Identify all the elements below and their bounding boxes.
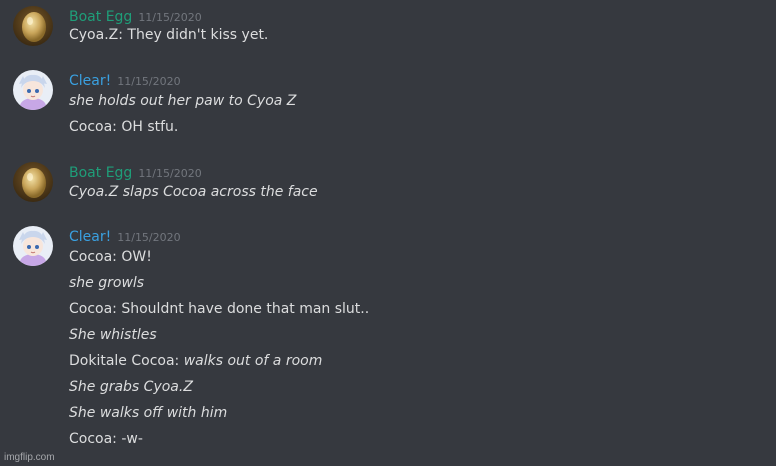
message-header: Clear! 11/15/2020	[69, 226, 181, 246]
message-line: she growls	[69, 275, 145, 291]
timestamp: 11/15/2020	[138, 11, 202, 24]
message-line: Cyoa.Z: They didn't kiss yet.	[69, 27, 269, 43]
message-line: Cocoa: Shouldnt have done that man slut.…	[69, 301, 370, 317]
anime-character-avatar-icon[interactable]	[13, 226, 53, 266]
message-header: Boat Egg 11/15/2020	[69, 6, 202, 26]
author-name[interactable]: Clear!	[69, 229, 111, 245]
timestamp: 11/15/2020	[138, 167, 202, 180]
author-name[interactable]: Boat Egg	[69, 165, 132, 181]
message-line: She grabs Cyoa.Z	[69, 379, 193, 395]
message-line: Cocoa: OW!	[69, 249, 152, 265]
message-line: she holds out her paw to Cyoa Z	[69, 93, 297, 109]
author-name[interactable]: Clear!	[69, 73, 111, 89]
message-line: Dokitale Cocoa: walks out of a room	[69, 351, 322, 371]
chat-log: Boat Egg 11/15/2020 Cyoa.Z: They didn't k…	[0, 0, 776, 466]
message-header: Clear! 11/15/2020	[69, 70, 181, 90]
action-text: walks out of a room	[183, 353, 323, 369]
message-header: Boat Egg 11/15/2020	[69, 162, 202, 182]
egg-avatar-icon[interactable]	[13, 162, 53, 202]
egg-avatar-icon[interactable]	[13, 6, 53, 46]
message-line: She walks off with him	[69, 405, 228, 421]
message-line: Cyoa.Z slaps Cocoa across the face	[69, 184, 318, 200]
imgflip-watermark: imgflip.com	[4, 452, 55, 463]
timestamp: 11/15/2020	[117, 75, 181, 88]
message-line: She whistles	[69, 327, 157, 343]
message-line: Cocoa: -w-	[69, 431, 143, 447]
timestamp: 11/15/2020	[117, 231, 181, 244]
anime-character-avatar-icon[interactable]	[13, 70, 53, 110]
speaker-prefix: Dokitale Cocoa:	[69, 353, 184, 369]
author-name[interactable]: Boat Egg	[69, 9, 132, 25]
message-line: Cocoa: OH stfu.	[69, 119, 179, 135]
